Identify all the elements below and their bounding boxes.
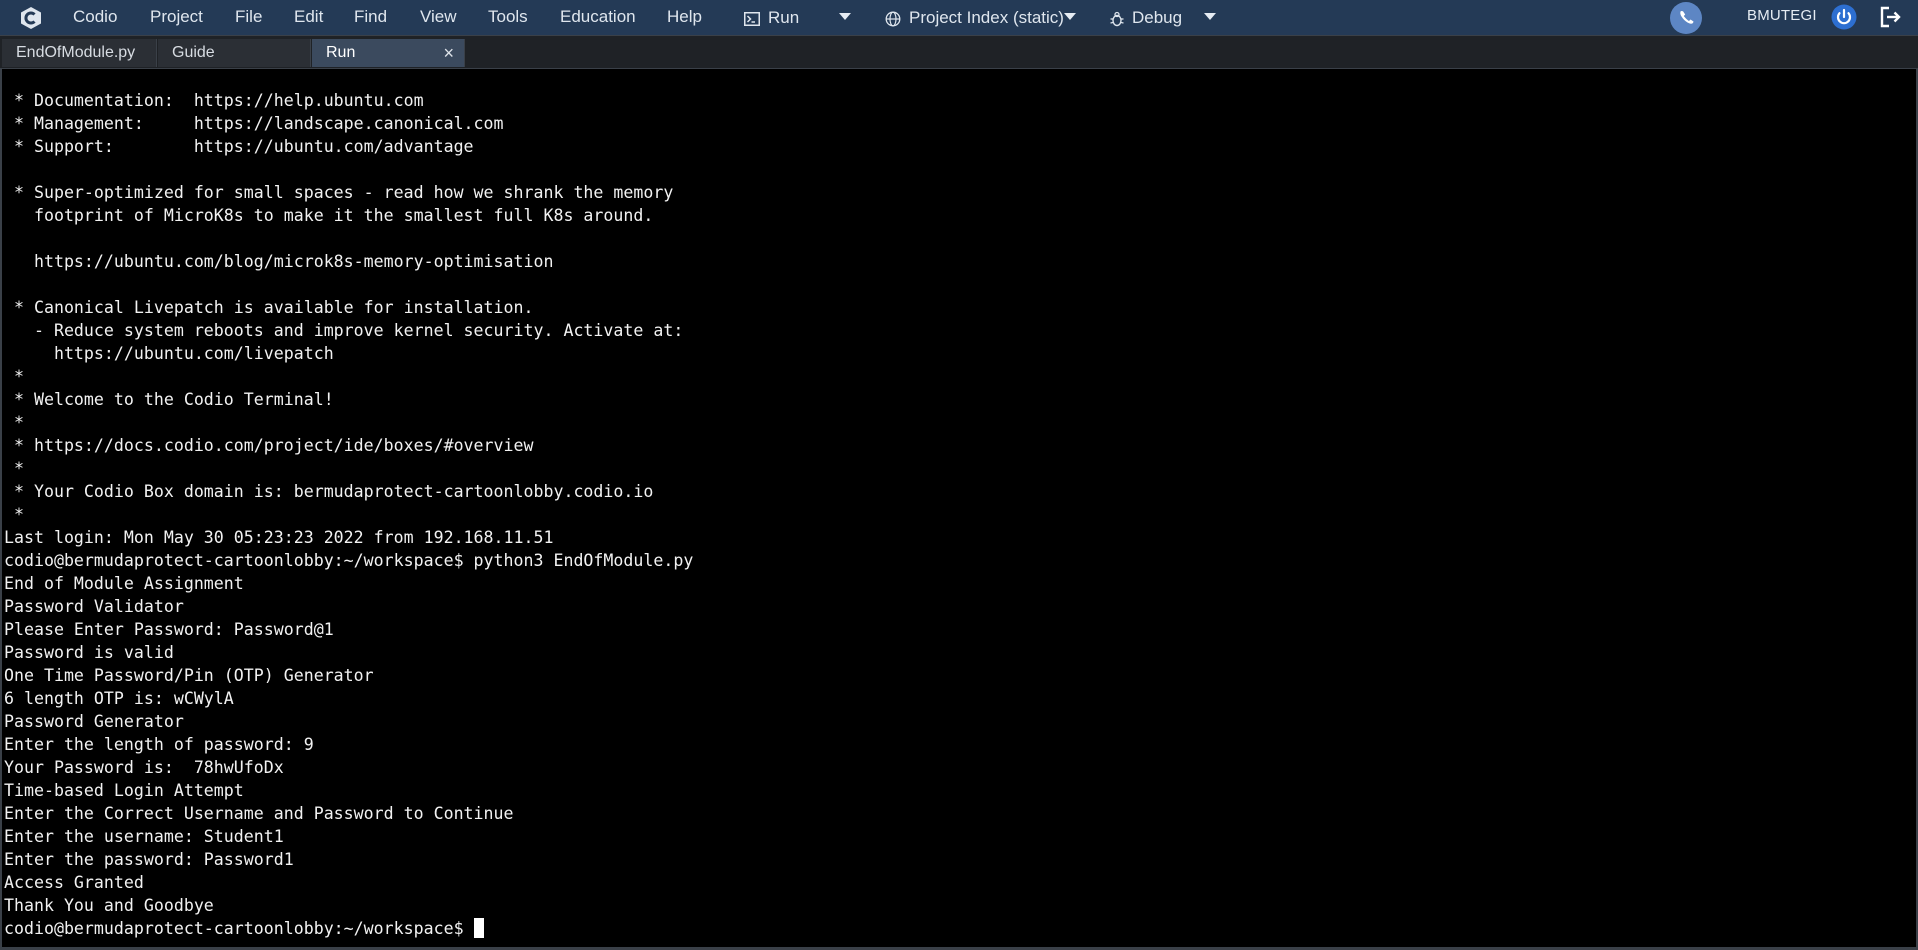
tab-guide[interactable]: Guide — [158, 39, 311, 67]
terminal-line: * Your Codio Box domain is: bermudaprote… — [4, 482, 654, 501]
terminal-line: * Welcome to the Codio Terminal! — [4, 390, 334, 409]
terminal-line: * Super-optimized for small spaces - rea… — [4, 183, 674, 202]
menu-tools[interactable]: Tools — [488, 6, 528, 28]
terminal-line: * Documentation: https://help.ubuntu.com — [4, 91, 424, 110]
codio-logo-icon[interactable] — [18, 5, 44, 31]
menu-edit[interactable]: Edit — [294, 6, 323, 28]
terminal-line: Enter the username: Student1 — [4, 827, 284, 846]
run-label: Run — [768, 8, 800, 27]
terminal-run-icon — [744, 11, 760, 26]
terminal-output: * Documentation: https://help.ubuntu.com… — [4, 89, 693, 940]
terminal-line: * — [4, 413, 24, 432]
globe-icon — [885, 11, 901, 26]
terminal-line: footprint of MicroK8s to make it the sma… — [4, 206, 654, 225]
tab-endofmodule[interactable]: EndOfModule.py — [2, 39, 157, 67]
menu-codio[interactable]: Codio — [73, 6, 117, 28]
menu-find[interactable]: Find — [354, 6, 387, 28]
terminal-line: Please Enter Password: Password@1 — [4, 620, 334, 639]
run-dropdown-chevron-down-icon[interactable] — [839, 13, 851, 20]
terminal-line: Enter the password: Password1 — [4, 850, 294, 869]
terminal-line: Password Validator — [4, 597, 184, 616]
terminal-line: * — [4, 505, 24, 524]
menu-help[interactable]: Help — [667, 6, 702, 28]
terminal-line: * Management: https://landscape.canonica… — [4, 114, 504, 133]
debug-label: Debug — [1132, 8, 1183, 27]
phone-icon — [1680, 11, 1694, 24]
tab-label: Guide — [172, 44, 215, 61]
project-index-button[interactable]: Project Index (static) — [885, 5, 1064, 31]
terminal-line: * — [4, 367, 24, 386]
codio-ide-window: Codio Project File Edit Find View Tools … — [0, 0, 1918, 950]
menu-view[interactable]: View — [420, 6, 457, 28]
terminal-prompt-row[interactable]: codio@bermudaprotect-cartoonlobby:~/work… — [4, 917, 693, 940]
terminal-panel[interactable]: * Documentation: https://help.ubuntu.com… — [0, 69, 1918, 950]
tab-label: Run — [326, 44, 356, 61]
menu-project[interactable]: Project — [150, 6, 203, 28]
debug-button[interactable]: Debug — [1110, 5, 1182, 31]
close-icon[interactable]: × — [443, 39, 454, 67]
terminal-line: 6 length OTP is: wCWylA — [4, 689, 234, 708]
terminal-line: https://ubuntu.com/blog/microk8s-memory-… — [4, 252, 554, 271]
terminal-line: Access Granted — [4, 873, 144, 892]
debug-dropdown-chevron-down-icon[interactable] — [1204, 13, 1216, 20]
terminal-line: Password Generator — [4, 712, 184, 731]
menu-file[interactable]: File — [235, 6, 262, 28]
terminal-line: End of Module Assignment — [4, 574, 244, 593]
terminal-line: Time-based Login Attempt — [4, 781, 244, 800]
index-dropdown-chevron-down-icon[interactable] — [1064, 13, 1076, 20]
terminal-line: - Reduce system reboots and improve kern… — [4, 321, 684, 340]
terminal-line: * — [4, 459, 24, 478]
menu-education[interactable]: Education — [560, 6, 636, 28]
terminal-line: One Time Password/Pin (OTP) Generator — [4, 666, 374, 685]
terminal-line: * https://docs.codio.com/project/ide/box… — [4, 436, 534, 455]
top-menu-bar: Codio Project File Edit Find View Tools … — [0, 0, 1918, 35]
run-button[interactable]: Run — [744, 5, 799, 31]
tab-label: EndOfModule.py — [16, 44, 136, 61]
terminal-line: Enter the length of password: 9 — [4, 735, 314, 754]
project-index-label: Project Index (static) — [909, 8, 1064, 27]
terminal-line: * Canonical Livepatch is available for i… — [4, 298, 534, 317]
terminal-line: Last login: Mon May 30 05:23:23 2022 fro… — [4, 528, 554, 547]
terminal-prompt: codio@bermudaprotect-cartoonlobby:~/work… — [4, 919, 464, 938]
terminal-cursor — [473, 918, 484, 938]
terminal-line: * Support: https://ubuntu.com/advantage — [4, 137, 474, 156]
terminal-line: Password is valid — [4, 643, 174, 662]
terminal-line: Your Password is: 78hwUfoDx — [4, 758, 284, 777]
terminal-line: https://ubuntu.com/livepatch — [4, 344, 334, 363]
editor-tab-bar: EndOfModule.py Guide Run × — [0, 35, 1918, 69]
bug-icon — [1110, 11, 1124, 26]
tab-run[interactable]: Run × — [312, 39, 465, 67]
logout-icon[interactable] — [1877, 4, 1903, 30]
username-label[interactable]: BMUTEGI — [1747, 7, 1817, 24]
phone-button[interactable] — [1670, 2, 1702, 34]
terminal-line: codio@bermudaprotect-cartoonlobby:~/work… — [4, 551, 694, 570]
terminal-line: Thank You and Goodbye — [4, 896, 214, 915]
power-icon[interactable] — [1830, 3, 1858, 31]
terminal-line: Enter the Correct Username and Password … — [4, 804, 514, 823]
